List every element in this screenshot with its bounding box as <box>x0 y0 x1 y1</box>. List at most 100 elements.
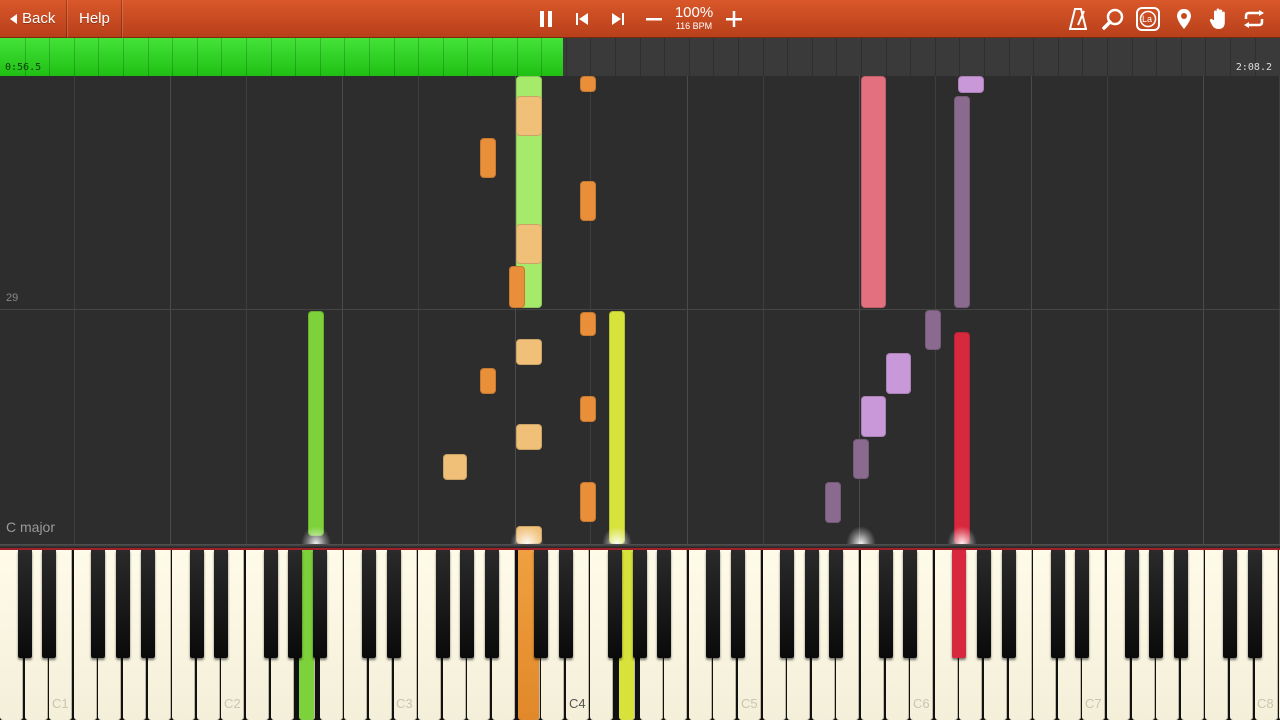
progress-tick <box>369 38 370 76</box>
black-key[interactable] <box>534 550 548 658</box>
falling-note <box>308 311 324 536</box>
falling-note <box>516 96 542 136</box>
speed-readout: 100% 116 BPM <box>668 4 720 31</box>
top-toolbar: Back Help 100% 116 BPM La <box>0 0 1280 38</box>
plus-icon <box>726 11 742 27</box>
black-key[interactable] <box>1248 550 1262 658</box>
black-key[interactable] <box>214 550 228 658</box>
black-key[interactable] <box>731 550 745 658</box>
progress-tick <box>787 38 789 76</box>
black-key[interactable] <box>91 550 105 658</box>
back-button[interactable]: Back <box>8 6 55 32</box>
progress-ticks <box>0 38 1280 76</box>
help-button[interactable]: Help <box>79 6 110 32</box>
black-key[interactable] <box>903 550 917 658</box>
hand-select-button[interactable] <box>1202 0 1236 38</box>
falling-note <box>480 138 496 178</box>
progress-tick <box>270 38 272 76</box>
progress-tick <box>541 38 543 76</box>
black-key[interactable] <box>362 550 376 658</box>
falling-note <box>861 396 886 437</box>
black-key[interactable] <box>1075 550 1089 658</box>
black-key[interactable] <box>657 550 671 658</box>
black-key[interactable] <box>485 550 499 658</box>
key-guide-line <box>246 76 247 544</box>
key-hit-spark <box>510 526 544 544</box>
black-key[interactable] <box>288 550 302 658</box>
key-hit-spark <box>947 526 977 544</box>
pause-button[interactable] <box>529 0 563 38</box>
falling-note <box>925 310 941 350</box>
speed-percent: 100% <box>674 4 714 21</box>
black-key[interactable] <box>436 550 450 658</box>
progress-tick <box>418 38 420 76</box>
black-key[interactable] <box>116 550 130 658</box>
black-key[interactable] <box>977 550 991 658</box>
octave-label: C6 <box>913 696 930 711</box>
progress-tick <box>811 38 813 76</box>
progress-tick <box>73 38 75 76</box>
black-key[interactable] <box>264 550 278 658</box>
black-key[interactable] <box>190 550 204 658</box>
black-key[interactable] <box>1223 550 1237 658</box>
black-key[interactable] <box>559 550 573 658</box>
progress-tick <box>221 38 223 76</box>
falling-note <box>954 332 970 544</box>
total-time: 2:08.2 <box>1235 62 1272 73</box>
black-key[interactable] <box>141 550 155 658</box>
minus-icon <box>646 18 662 21</box>
progress-tick <box>196 38 198 76</box>
black-key[interactable] <box>18 550 32 658</box>
loop-icon <box>1244 10 1264 28</box>
speed-down-button[interactable] <box>637 0 671 38</box>
black-key[interactable] <box>829 550 843 658</box>
black-key[interactable] <box>706 550 720 658</box>
speed-bpm: 116 BPM <box>675 21 713 31</box>
falling-note <box>516 424 542 450</box>
black-key[interactable] <box>1051 550 1065 658</box>
pause-icon <box>540 11 552 27</box>
progress-tick <box>1033 38 1035 76</box>
progress-tick <box>516 38 518 76</box>
skip-back-button[interactable] <box>565 0 599 38</box>
progress-tick <box>319 38 321 76</box>
progress-tick <box>1008 38 1010 76</box>
black-key[interactable] <box>1149 550 1163 658</box>
black-key[interactable] <box>780 550 794 658</box>
progress-tick <box>959 38 961 76</box>
black-key[interactable] <box>42 550 56 658</box>
progress-tick <box>762 38 764 76</box>
black-key[interactable] <box>879 550 893 658</box>
black-key[interactable] <box>1002 550 1016 658</box>
key-hit-spark <box>846 526 876 544</box>
black-key[interactable] <box>1125 550 1139 658</box>
toolbar-divider <box>66 0 67 38</box>
progress-tick <box>639 38 641 76</box>
location-pin-icon <box>1177 9 1191 29</box>
metronome-button[interactable] <box>1061 0 1095 38</box>
black-key[interactable] <box>608 550 622 658</box>
black-key[interactable] <box>460 550 474 658</box>
bookmark-button[interactable] <box>1167 0 1201 38</box>
zoom-button[interactable] <box>1096 0 1130 38</box>
black-key[interactable] <box>952 550 966 658</box>
black-key[interactable] <box>1174 550 1188 658</box>
skip-forward-button[interactable] <box>601 0 635 38</box>
falling-note <box>580 482 596 522</box>
falling-note <box>480 368 496 394</box>
black-key[interactable] <box>313 550 327 658</box>
song-progress-bar[interactable] <box>0 38 1280 76</box>
black-key[interactable] <box>387 550 401 658</box>
note-labels-button[interactable]: La <box>1131 0 1165 38</box>
black-key[interactable] <box>633 550 647 658</box>
hand-icon <box>1209 8 1225 29</box>
progress-tick <box>836 38 838 76</box>
black-key[interactable] <box>805 550 819 658</box>
progress-tick <box>1230 38 1231 76</box>
falling-note <box>958 76 984 93</box>
key-guide-line <box>763 76 764 544</box>
progress-tick <box>1107 38 1108 76</box>
loop-button[interactable] <box>1237 0 1271 38</box>
speed-up-button[interactable] <box>717 0 751 38</box>
progress-tick <box>98 38 100 76</box>
